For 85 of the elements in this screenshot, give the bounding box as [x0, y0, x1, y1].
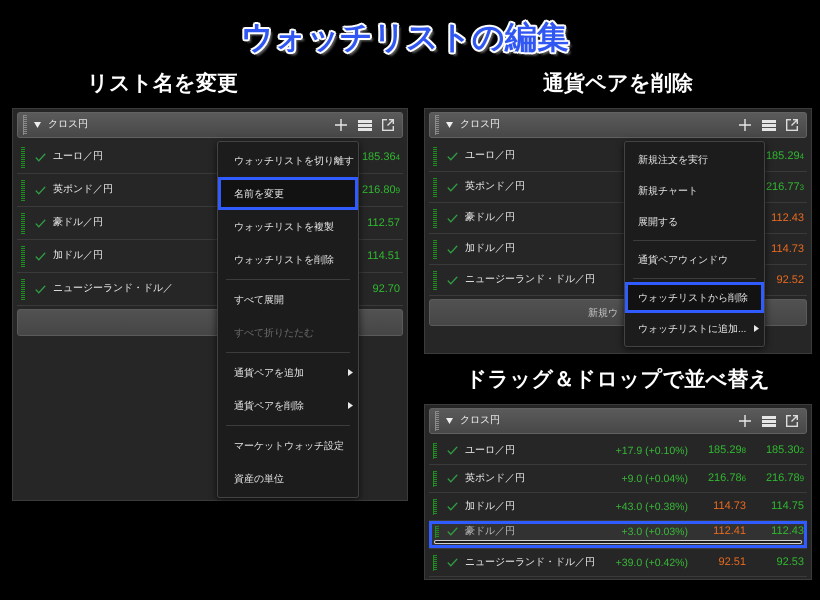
pair-name: 豪ドル／円 [53, 217, 103, 229]
drag-handle-icon[interactable] [433, 442, 437, 458]
menu-icon[interactable] [762, 120, 776, 130]
external-link-icon[interactable] [786, 119, 798, 131]
drag-handle-icon[interactable] [433, 240, 437, 258]
drag-handle-icon[interactable] [21, 278, 25, 300]
menu-item[interactable]: ウォッチリストを切り離す [218, 144, 358, 177]
price: 92.70 [372, 282, 400, 296]
menu-item[interactable]: 新規注文を実行 [625, 144, 764, 175]
pair-name: ユーロ／円 [465, 444, 515, 456]
menu-item[interactable]: すべて展開 [218, 283, 358, 316]
plus-icon[interactable] [335, 119, 347, 131]
caret-icon[interactable] [34, 122, 41, 128]
change-value: +43.0 (+0.38%) [616, 500, 688, 512]
watchlist-name: クロス円 [460, 415, 500, 427]
pair-name: 加ドル／円 [53, 250, 103, 262]
drag-handle-icon[interactable] [21, 246, 25, 266]
menu-item[interactable]: 新規チャート [625, 175, 764, 206]
menu-item[interactable]: 通貨ペアを削除 [218, 389, 358, 422]
pair-name: 加ドル／円 [465, 243, 515, 255]
menu-item[interactable]: 資産の単位 [218, 462, 358, 495]
menu-item[interactable]: 通貨ペアを追加 [218, 356, 358, 389]
section-heading: リスト名を変更 [87, 70, 238, 97]
pair-name: ユーロ／円 [53, 151, 103, 163]
price: 92.53 [776, 556, 804, 569]
drag-handle-icon[interactable] [433, 554, 437, 570]
drag-handle-icon[interactable] [435, 115, 439, 135]
drag-handle-icon[interactable] [21, 212, 25, 234]
menu-item[interactable]: ウォッチリストから削除 [625, 282, 764, 313]
section-heading: ドラッグ＆ドロップで並べ替え [466, 366, 770, 393]
caret-icon[interactable] [446, 418, 453, 424]
pair-name: ユーロ／円 [465, 150, 515, 162]
watchlist-row[interactable]: ニュージーランド・ドル／円 +39.0 (+0.42%) 92.51 92.53 [429, 549, 807, 577]
pair-name: 英ポンド／円 [465, 472, 525, 484]
watchlist-name: クロス円 [48, 119, 88, 131]
drag-handle-icon[interactable] [433, 498, 437, 514]
price: 92.52 [776, 274, 804, 286]
drag-handle-icon[interactable] [433, 146, 437, 166]
page-title: ウォッチリストの編集 [241, 18, 569, 57]
drag-handle-icon[interactable] [435, 411, 439, 431]
caret-icon[interactable] [446, 122, 453, 128]
price: 114.73 [713, 500, 746, 513]
drag-handle-icon[interactable] [433, 470, 437, 486]
pair-name: 豪ドル／円 [465, 526, 515, 538]
change-value: +3.0 (+0.03%) [621, 526, 688, 538]
external-link-icon[interactable] [786, 415, 798, 427]
pair-name: ニュージーランド・ドル／円 [465, 556, 595, 568]
plus-icon[interactable] [739, 415, 751, 427]
price: 112.43 [771, 212, 804, 224]
change-value: +39.0 (+0.42%) [616, 556, 688, 568]
external-link-icon[interactable] [382, 119, 394, 131]
drag-handle-icon[interactable] [435, 526, 439, 538]
price: 112.57 [367, 216, 400, 230]
menu-item[interactable]: ウォッチリストを複製 [218, 210, 358, 243]
pair-name: 英ポンド／円 [465, 181, 525, 193]
price: 114.75 [771, 500, 804, 513]
watchlist-row[interactable]: 豪ドル／円 +3.0 (+0.03%) 112.41 112.43 [429, 521, 807, 549]
menu-item[interactable]: 通貨ペアウィンドウ [625, 244, 764, 275]
section-heading: 通貨ペアを削除 [543, 71, 693, 97]
drag-handle-icon[interactable] [21, 180, 25, 200]
menu-item[interactable]: マーケットウォッチ設定 [218, 429, 358, 462]
price: 92.51 [718, 556, 746, 569]
menu-item[interactable]: 名前を変更 [218, 177, 358, 210]
drag-handle-icon[interactable] [433, 178, 437, 196]
price: 112.41 [713, 525, 746, 538]
drag-handle-icon[interactable] [433, 270, 437, 290]
menu-item[interactable]: ウォッチリストを削除 [218, 243, 358, 276]
drag-handle-icon[interactable] [21, 146, 25, 168]
price: 114.73 [771, 242, 804, 256]
menu-icon[interactable] [358, 120, 372, 130]
drag-handle-icon[interactable] [23, 115, 27, 135]
menu-icon[interactable] [762, 416, 776, 426]
pair-name: 豪ドル／円 [465, 212, 515, 224]
pair-name: ニュージーランド・ドル／円 [465, 274, 595, 286]
change-value: +9.0 (+0.04%) [621, 472, 688, 484]
drag-handle-icon[interactable] [433, 208, 437, 228]
change-value: +17.9 (+0.10%) [616, 444, 688, 456]
pair-name: 英ポンド／円 [53, 184, 113, 196]
price: 114.51 [367, 250, 400, 262]
watchlist-name: クロス円 [460, 119, 500, 131]
price: 112.43 [771, 525, 804, 538]
pair-name: 加ドル／円 [465, 500, 515, 512]
menu-item[interactable]: 展開する [625, 206, 764, 237]
pair-name: ニュージーランド・ドル／ [53, 283, 173, 295]
plus-icon[interactable] [739, 119, 751, 131]
